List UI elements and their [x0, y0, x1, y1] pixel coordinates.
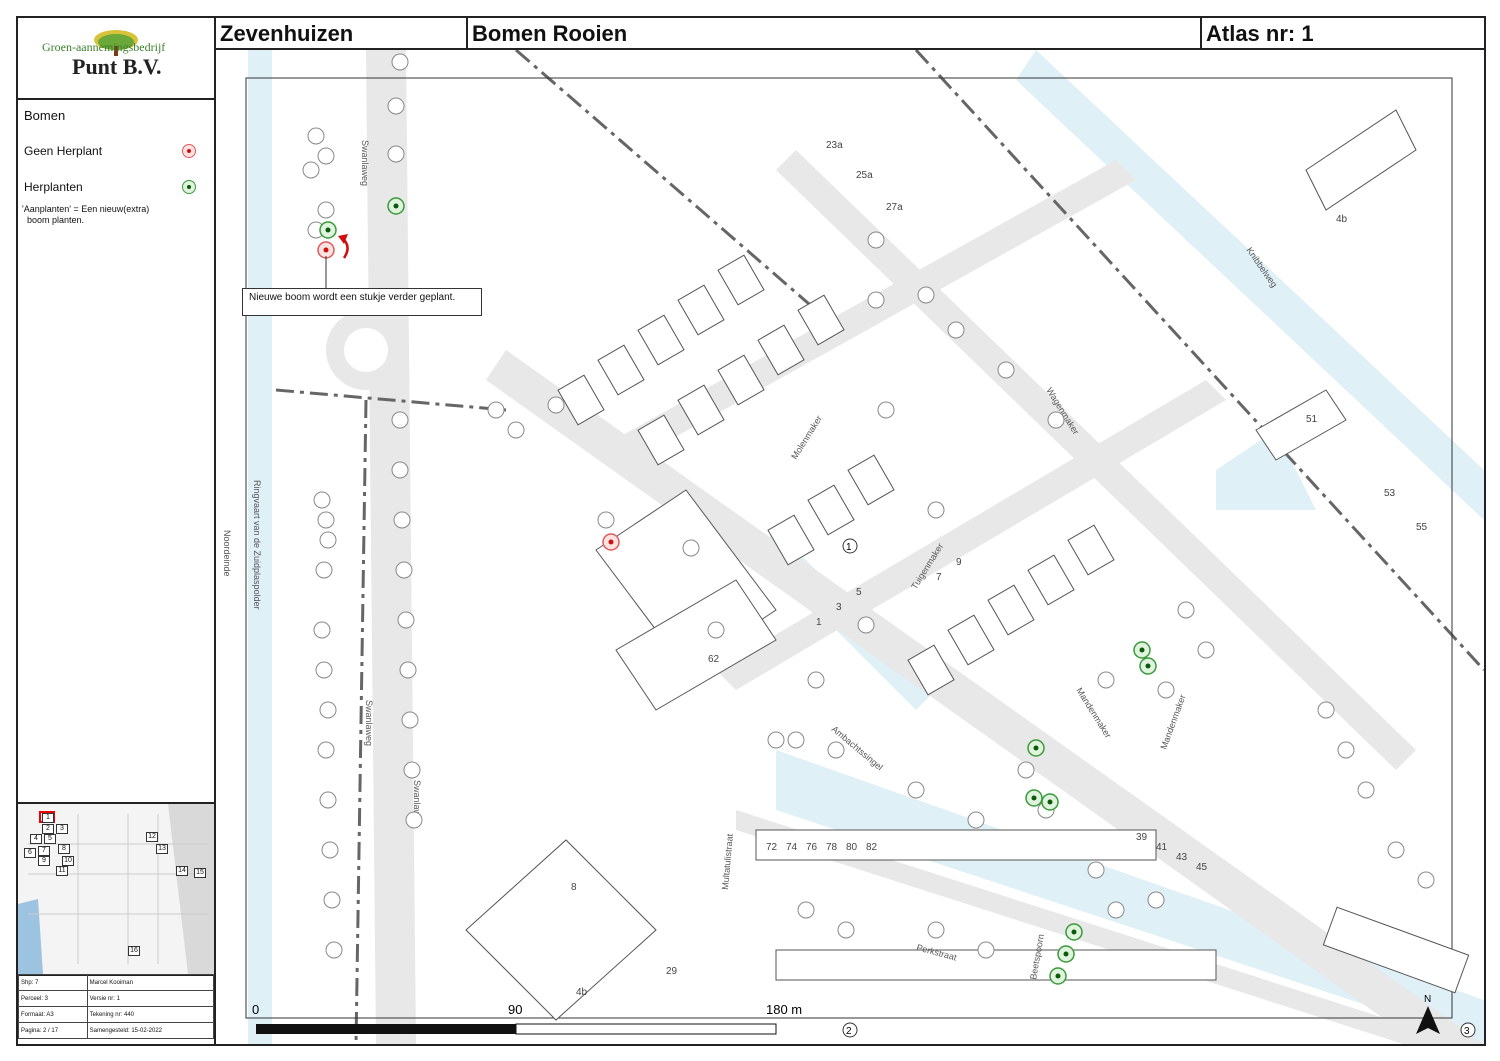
- street-label: Swanlaweg: [364, 700, 374, 746]
- house-number: 72: [766, 842, 778, 853]
- street-label: Ringvaart van de Zuidplaspolder: [252, 480, 262, 610]
- house-number: 62: [708, 654, 720, 665]
- street-label: Multatulistraat: [720, 833, 735, 890]
- street-label: Mandenmaker: [1158, 693, 1187, 750]
- north-label: N: [1424, 994, 1431, 1005]
- legend-note: 'Aanplanten' = Een nieuw(extra) boom pla…: [22, 204, 150, 225]
- street-label: Molenmaker: [789, 414, 824, 461]
- next-page-label: 2: [846, 1026, 852, 1037]
- overview-cell[interactable]: 13: [156, 844, 168, 854]
- house-number: 9: [956, 557, 962, 568]
- info-cell: Samengesteld: 15-02-2022: [86, 1022, 215, 1039]
- roundabout-center: [344, 328, 388, 372]
- house-number: 78: [826, 842, 838, 853]
- overview-cell[interactable]: 15: [194, 868, 206, 878]
- info-table: Shp: 7 Marcel Kooiman Perceel: 3 Versie nr…: [18, 974, 215, 1039]
- green-tree-icon: [182, 180, 196, 194]
- street-label: Swanlaweg: [360, 140, 370, 186]
- house-number: 5: [856, 587, 862, 598]
- overview-cell[interactable]: 16: [128, 946, 140, 956]
- info-cell: Marcel Kooiman: [86, 974, 215, 991]
- house-number: 8: [571, 882, 577, 893]
- legend: Bomen Geen Herplant Herplanten 'Aanplant…: [18, 100, 214, 800]
- house-number: 23a: [826, 140, 843, 151]
- map-canvas[interactable]: 1 3 5 7 9 62 8 4b 29 4b 51 53 55 23a 25a…: [216, 50, 1484, 1044]
- green-tree-center: [1139, 647, 1145, 653]
- house-number: 39: [1136, 832, 1148, 843]
- house-number: 29: [666, 966, 678, 977]
- overview-cell[interactable]: 9: [38, 856, 50, 866]
- legend-title: Bomen: [24, 108, 66, 123]
- red-tree-center: [608, 539, 614, 545]
- overview-cell[interactable]: 10: [62, 856, 74, 866]
- house-number: 4b: [576, 987, 588, 998]
- house-number: 3: [836, 602, 842, 613]
- green-tree-center: [1145, 663, 1151, 669]
- overview-cell[interactable]: 2: [42, 824, 54, 834]
- house-number: 1: [816, 617, 822, 628]
- overview-map[interactable]: 1 2 3 4 5 6 7 8 9 10 11 12 13 14 15 16: [18, 802, 214, 976]
- red-tree-icon: [182, 144, 196, 158]
- green-tree-center: [393, 203, 399, 209]
- overview-cell[interactable]: 4: [30, 834, 42, 844]
- overview-cell[interactable]: 7: [38, 846, 50, 856]
- green-tree-center: [1071, 929, 1077, 935]
- info-cell: Tekening nr: 440: [86, 1006, 215, 1023]
- info-cell: Perceel: 3: [18, 990, 88, 1007]
- green-tree-center: [1033, 745, 1039, 751]
- overview-cell[interactable]: 8: [58, 844, 70, 854]
- overview-cell[interactable]: 1: [42, 813, 54, 823]
- page-marker-label: 1: [846, 542, 852, 553]
- logo-subtitle: Groen-aannemingsbedrijf: [42, 40, 166, 54]
- house-number: 80: [846, 842, 858, 853]
- green-tree-center: [1063, 951, 1069, 957]
- legend-label-herplanten: Herplanten: [24, 180, 83, 194]
- house-number: 41: [1156, 842, 1168, 853]
- green-tree-center: [1047, 799, 1053, 805]
- green-tree-center: [1031, 795, 1037, 801]
- green-tree-center: [325, 227, 331, 233]
- house-number: 82: [866, 842, 878, 853]
- scale-zero: 0: [252, 1002, 259, 1017]
- info-cell: Formaat: A3: [18, 1006, 88, 1023]
- overview-cell[interactable]: 6: [24, 848, 36, 858]
- house-number: 74: [786, 842, 798, 853]
- map-header: Zevenhuizen Bomen Rooien Atlas nr: 1: [216, 16, 1486, 50]
- red-tree-center: [323, 247, 329, 253]
- boundary-line: [275, 50, 1484, 1044]
- house-number: 4b: [1336, 214, 1348, 225]
- atlas-number: Atlas nr: 1: [1200, 18, 1486, 48]
- overview-cell[interactable]: 14: [176, 866, 188, 876]
- info-cell: Versie nr: 1: [86, 990, 215, 1007]
- logo-name: Punt B.V.: [72, 54, 162, 79]
- house-number: 51: [1306, 414, 1318, 425]
- street-label: Noordeinde: [222, 530, 232, 577]
- house-number: 45: [1196, 862, 1208, 873]
- house-number: 55: [1416, 522, 1428, 533]
- legend-panel: Groen-aannemingsbedrijf Punt B.V. Bomen …: [16, 16, 216, 1046]
- house-number: 76: [806, 842, 818, 853]
- next-page-label: 3: [1464, 1026, 1470, 1037]
- house-number: 27a: [886, 202, 903, 213]
- map-view[interactable]: 1 3 5 7 9 62 8 4b 29 4b 51 53 55 23a 25a…: [216, 50, 1486, 1046]
- info-cell: Shp: 7: [18, 974, 88, 991]
- house-number: 43: [1176, 852, 1188, 863]
- map-callout: Nieuwe boom wordt een stukje verder gepl…: [242, 288, 482, 316]
- overview-cell[interactable]: 12: [146, 832, 158, 842]
- map-title: Bomen Rooien: [466, 18, 1202, 48]
- house-number: 53: [1384, 488, 1396, 499]
- place-name: Zevenhuizen: [220, 21, 354, 46]
- house-number: 7: [936, 572, 942, 583]
- legend-label-geen-herplant: Geen Herplant: [24, 144, 103, 158]
- scale-end: 180 m: [766, 1002, 802, 1017]
- scale-mid: 90: [508, 1002, 522, 1017]
- overview-cell[interactable]: 11: [56, 866, 68, 876]
- company-logo: Groen-aannemingsbedrijf Punt B.V.: [18, 18, 214, 100]
- street-label: Mandenmaker: [1074, 686, 1113, 740]
- green-tree-center: [1055, 973, 1061, 979]
- overview-cell[interactable]: 5: [44, 834, 56, 844]
- info-cell: Pagina: 2 / 17: [18, 1022, 88, 1039]
- house-number: 25a: [856, 170, 873, 181]
- overview-cell[interactable]: 3: [56, 824, 68, 834]
